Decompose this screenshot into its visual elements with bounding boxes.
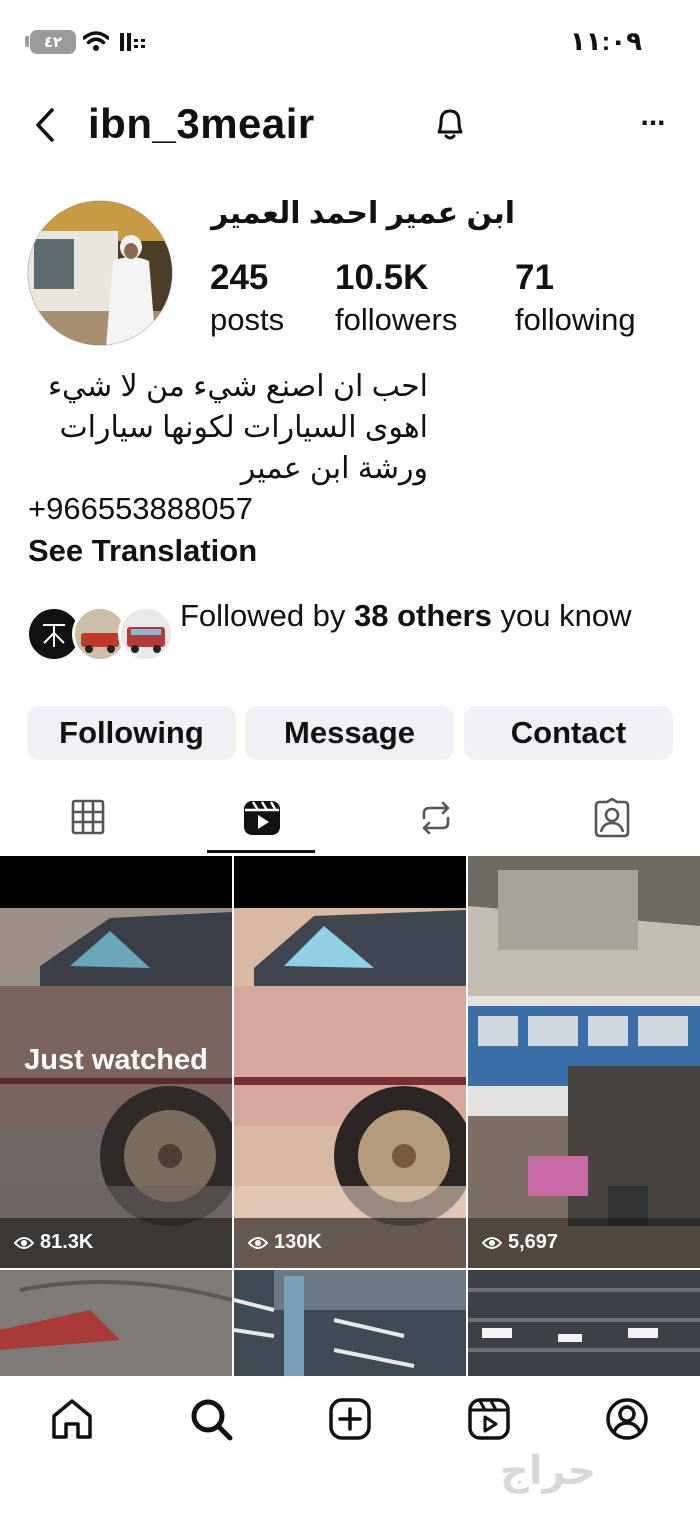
followers-stat[interactable]: 10.5K followers xyxy=(335,258,457,338)
view-count: 130K xyxy=(248,1231,322,1254)
see-translation-link[interactable]: See Translation xyxy=(28,529,448,573)
username: ibn_3meair xyxy=(88,100,315,147)
following-label: following xyxy=(515,302,636,337)
signal-icon xyxy=(120,33,145,51)
reel-thumbnail[interactable]: 130K xyxy=(234,856,466,1268)
back-arrow-icon[interactable] xyxy=(30,104,64,146)
reel-thumbnail[interactable]: 5,697 xyxy=(468,856,700,1268)
followers-count: 10.5K xyxy=(335,258,429,297)
view-count: 81.3K xyxy=(14,1231,93,1254)
following-stat[interactable]: 71 following xyxy=(515,258,636,338)
tab-reels[interactable] xyxy=(174,792,349,852)
reel-thumbnail[interactable] xyxy=(468,1270,700,1376)
more-options-icon[interactable]: ... xyxy=(632,101,674,140)
clock: ١١:٠٩ xyxy=(569,26,642,56)
tab-grid[interactable] xyxy=(0,792,175,852)
bio-line: احب ان اصنع شيء من لا شيء xyxy=(47,370,428,403)
bell-icon[interactable] xyxy=(428,102,472,146)
tab-reposts[interactable] xyxy=(348,792,523,852)
bio-phone[interactable]: +966553888057 xyxy=(28,489,448,529)
bio-line: ورشة ابن عمير xyxy=(240,452,428,485)
status-bar: ٤٢ ١١:٠٩ xyxy=(0,0,700,84)
reel-thumbnail[interactable] xyxy=(0,1270,232,1376)
eye-icon xyxy=(248,1236,268,1249)
posts-stat[interactable]: 245 posts xyxy=(210,258,284,338)
contact-button[interactable]: Contact xyxy=(464,706,673,760)
following-button[interactable]: Following xyxy=(27,706,236,760)
reels-nav-icon[interactable] xyxy=(466,1396,512,1442)
avatar-photo xyxy=(28,201,172,345)
grid-icon xyxy=(71,799,104,835)
posts-label: posts xyxy=(210,302,285,337)
profile-actions: Following Message Contact xyxy=(27,706,673,760)
active-tab-indicator xyxy=(207,850,315,853)
tab-tagged[interactable] xyxy=(524,792,699,852)
posts-count: 245 xyxy=(210,258,269,297)
reel-thumbnail[interactable]: Just watched 81.3K xyxy=(0,856,232,1268)
content-tabs xyxy=(0,792,700,856)
mutual-avatar xyxy=(118,606,174,662)
reel-image-floor xyxy=(0,1270,232,1376)
battery-indicator: ٤٢ xyxy=(30,30,76,54)
reel-image-warehouse xyxy=(234,1270,466,1376)
create-post-icon[interactable] xyxy=(327,1396,373,1442)
search-icon[interactable] xyxy=(188,1396,234,1442)
bio-line: اهوى السيارات لكونها سيارات xyxy=(59,411,428,444)
profile-avatar[interactable] xyxy=(27,200,173,346)
reels-grid: Just watched 81.3K 130K 5,697 xyxy=(0,856,700,1376)
eye-icon xyxy=(482,1236,502,1249)
view-count: 5,697 xyxy=(482,1231,558,1254)
view-count-value: 5,697 xyxy=(508,1231,559,1253)
profile-header: ibn_3meair ... xyxy=(0,90,700,160)
battery-tip xyxy=(25,36,29,47)
repost-icon xyxy=(422,801,449,835)
eye-icon xyxy=(14,1236,34,1249)
bottom-navigation: حراج xyxy=(0,1376,700,1515)
reels-icon xyxy=(243,801,280,835)
home-icon[interactable] xyxy=(49,1396,95,1442)
display-name: ابن عمير احمد العمير xyxy=(211,197,515,230)
tagged-person-icon xyxy=(594,798,629,838)
reel-image-garage xyxy=(468,856,700,1268)
mutual-followers-avatars[interactable] xyxy=(26,606,176,664)
followers-label: followers xyxy=(335,302,458,337)
haraj-watermark: حراج xyxy=(500,1449,597,1493)
view-count-value: 130K xyxy=(274,1231,322,1253)
view-count-value: 81.3K xyxy=(40,1231,94,1253)
bio: احب ان اصنع شيء من لا شيء اهوى السيارات … xyxy=(28,366,448,573)
followed-by-prefix: Followed by xyxy=(180,598,355,633)
followed-by-text[interactable]: Followed by 38 others you know xyxy=(180,596,660,636)
wifi-icon xyxy=(83,31,109,51)
reel-thumbnail[interactable] xyxy=(234,1270,466,1376)
mutual-avatar-photo xyxy=(121,609,171,659)
following-count: 71 xyxy=(515,258,554,297)
message-button[interactable]: Message xyxy=(245,706,454,760)
reel-image-truck xyxy=(234,856,466,1268)
profile-icon[interactable] xyxy=(604,1396,650,1442)
just-watched-label: Just watched xyxy=(24,1044,208,1076)
followed-by-suffix: you know xyxy=(491,598,632,633)
followed-by-count: 38 others xyxy=(354,598,492,633)
reel-image-warehouse xyxy=(468,1270,700,1376)
